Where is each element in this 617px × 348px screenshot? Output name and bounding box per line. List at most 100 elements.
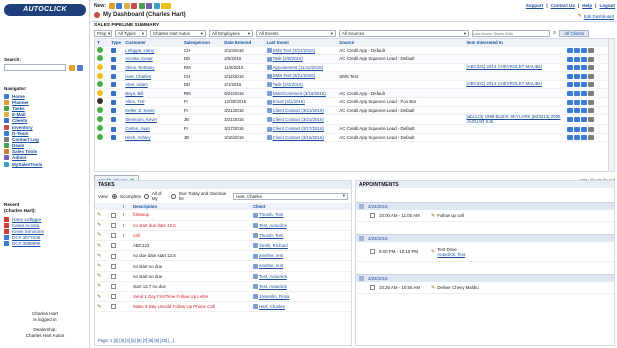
task-action-icon[interactable] (574, 99, 580, 105)
complete-checkbox[interactable] (111, 263, 116, 269)
collapse-icon[interactable] (359, 276, 364, 281)
last-event-cell[interactable]: Email (3/1/2016) (264, 97, 338, 107)
last-event-link[interactable]: Note/Comment (3/19/2016) (273, 91, 326, 96)
nav-label[interactable]: Contact Log (12, 137, 39, 142)
appointment-client-link[interactable]: Autoclick, Test (437, 252, 465, 257)
complete-checkbox[interactable] (111, 304, 116, 310)
pencil-icon[interactable]: ✎ (97, 273, 101, 279)
edit-cell[interactable]: ✎ (95, 250, 109, 262)
delete-action-icon[interactable] (588, 47, 594, 53)
client-link[interactable]: Test, Autoclick (259, 284, 287, 289)
new-email-icon[interactable] (123, 3, 130, 9)
search-input[interactable] (4, 64, 66, 71)
last-event-cell[interactable]: Task (2/2/2016) (264, 80, 338, 90)
search-go-icon[interactable] (69, 64, 75, 71)
customer-link[interactable]: Akins, Bethany (125, 65, 154, 70)
nav-label[interactable]: Deals (12, 143, 24, 148)
new-call-icon[interactable] (153, 3, 160, 9)
appointment-checkbox[interactable] (370, 213, 375, 218)
autoclick-logo[interactable]: AUTOCLICK (4, 4, 86, 16)
edit-cell[interactable]: ✎ (95, 240, 109, 252)
note-action-icon[interactable] (581, 99, 587, 105)
sources-select[interactable]: All Sources (339, 30, 469, 37)
note-action-icon[interactable] (581, 82, 587, 88)
edit-cell[interactable]: ✎ (95, 210, 109, 221)
client-cell[interactable]: Hart, Charles (251, 301, 351, 313)
complete-cell[interactable] (109, 230, 121, 242)
radio-all[interactable] (144, 193, 149, 199)
customer-link[interactable]: Allen, Ted (125, 99, 144, 104)
email-action-icon[interactable] (567, 47, 573, 53)
customer-link[interactable]: Keller Jr, Kevin (125, 108, 154, 113)
employees-select[interactable]: All Employees (209, 30, 253, 37)
table-row[interactable]: ✎ Send 1 Day FirstTime Follow Up Letter Ja… (95, 291, 351, 303)
client-link[interactable]: Jaramillo, Rosa (259, 294, 289, 299)
delete-action-icon[interactable] (588, 126, 594, 132)
table-row[interactable]: ✎! call Thumb, Tom (95, 230, 351, 242)
customer-cell[interactable]: Allen, Ted (123, 97, 182, 107)
events-select[interactable]: All Events (256, 30, 336, 37)
appointment-checkbox[interactable] (370, 249, 375, 254)
complete-cell[interactable] (109, 210, 121, 221)
complete-cell[interactable] (109, 220, 121, 231)
edit-cell[interactable]: ✎ (95, 220, 109, 231)
pencil-icon[interactable]: ✎ (431, 213, 435, 219)
pencil-icon[interactable]: ✎ (431, 249, 435, 255)
recent-link[interactable]: Cesar Acosta (12, 223, 39, 228)
last-event-cell[interactable]: Client Contact (3/21/2016) (264, 106, 338, 116)
last-event-cell[interactable]: SMS Text (3/21/2016) (264, 46, 338, 56)
item-cell[interactable] (464, 97, 566, 107)
support-link[interactable]: Support (526, 3, 544, 8)
pipeline-scrollbar[interactable] (608, 39, 614, 171)
email-action-icon[interactable] (567, 82, 573, 88)
email-action-icon[interactable] (567, 126, 573, 132)
dealer-select[interactable]: Charles Hart Autos (150, 30, 206, 37)
stage-select[interactable]: Prsp (94, 30, 112, 37)
task-action-icon[interactable] (574, 47, 580, 53)
task-action-icon[interactable] (574, 108, 580, 114)
table-row[interactable]: ✎ start 12.7 no due Test, Autoclick (95, 281, 351, 293)
edit-cell[interactable]: ✎ (95, 291, 109, 303)
delete-action-icon[interactable] (588, 99, 594, 105)
nav-label[interactable]: Tasks (12, 106, 25, 111)
last-event-cell[interactable]: Appointment (11/12/2015) (264, 63, 338, 73)
last-event-cell[interactable]: SMS Text (3/21/2016) (264, 71, 338, 81)
pencil-icon[interactable]: ✎ (97, 263, 101, 269)
item-cell[interactable] (464, 88, 566, 99)
new-inventory-icon[interactable] (161, 3, 172, 9)
client-link[interactable]: Test, Autoclick (259, 223, 287, 228)
all-clients-button[interactable]: All Clients (559, 30, 589, 37)
item-cell[interactable] (464, 124, 566, 134)
last-event-cell[interactable]: Task (2/9/2016) (264, 54, 338, 64)
customer-cell[interactable]: Keller Jr, Kevin (123, 106, 182, 116)
table-row[interactable]: Hitch, Ashley JB 3/16/2016 Client Contact (… (95, 133, 614, 143)
edit-cell[interactable]: ✎ (95, 301, 109, 313)
customer-cell[interactable]: Carlos, Juan (123, 124, 182, 134)
pencil-icon[interactable]: ✎ (97, 304, 101, 310)
customer-cell[interactable]: Simmons, Kevin (123, 114, 182, 126)
last-event-cell[interactable]: Client Contact (3/16/2016) (264, 133, 338, 143)
new-deal-icon[interactable] (138, 3, 145, 9)
task-action-icon[interactable] (574, 135, 580, 141)
last-event-link[interactable]: SMS Text (3/21/2016) (273, 48, 315, 53)
nav-label[interactable]: Sales Tools (12, 149, 37, 154)
email-action-icon[interactable] (567, 56, 573, 62)
last-event-link[interactable]: Client Contact (3/21/2016) (273, 117, 324, 122)
new-task-icon[interactable] (116, 3, 123, 9)
customer-link[interactable]: Simmons, Kevin (125, 117, 157, 122)
edit-cell[interactable]: ✎ (95, 271, 109, 282)
recent-item[interactable]: DC# 3089990 (4, 240, 44, 246)
pencil-icon[interactable]: ✎ (97, 253, 101, 259)
complete-cell[interactable] (109, 250, 121, 262)
note-action-icon[interactable] (581, 126, 587, 132)
item-cell[interactable] (464, 71, 566, 81)
client-link[interactable]: Smith, Richard (259, 243, 288, 248)
last-event-link[interactable]: Task (2/2/2016) (273, 82, 303, 87)
complete-checkbox[interactable] (111, 243, 116, 249)
collapse-icon[interactable] (359, 204, 364, 209)
last-event-cell[interactable]: Note/Comment (3/19/2016) (264, 88, 338, 99)
table-row[interactable]: ✎! no start due date 12.5 Test, Autoclick (95, 220, 351, 231)
client-link[interactable]: another, test (259, 253, 283, 258)
complete-cell[interactable] (109, 240, 121, 252)
email-action-icon[interactable] (567, 108, 573, 114)
